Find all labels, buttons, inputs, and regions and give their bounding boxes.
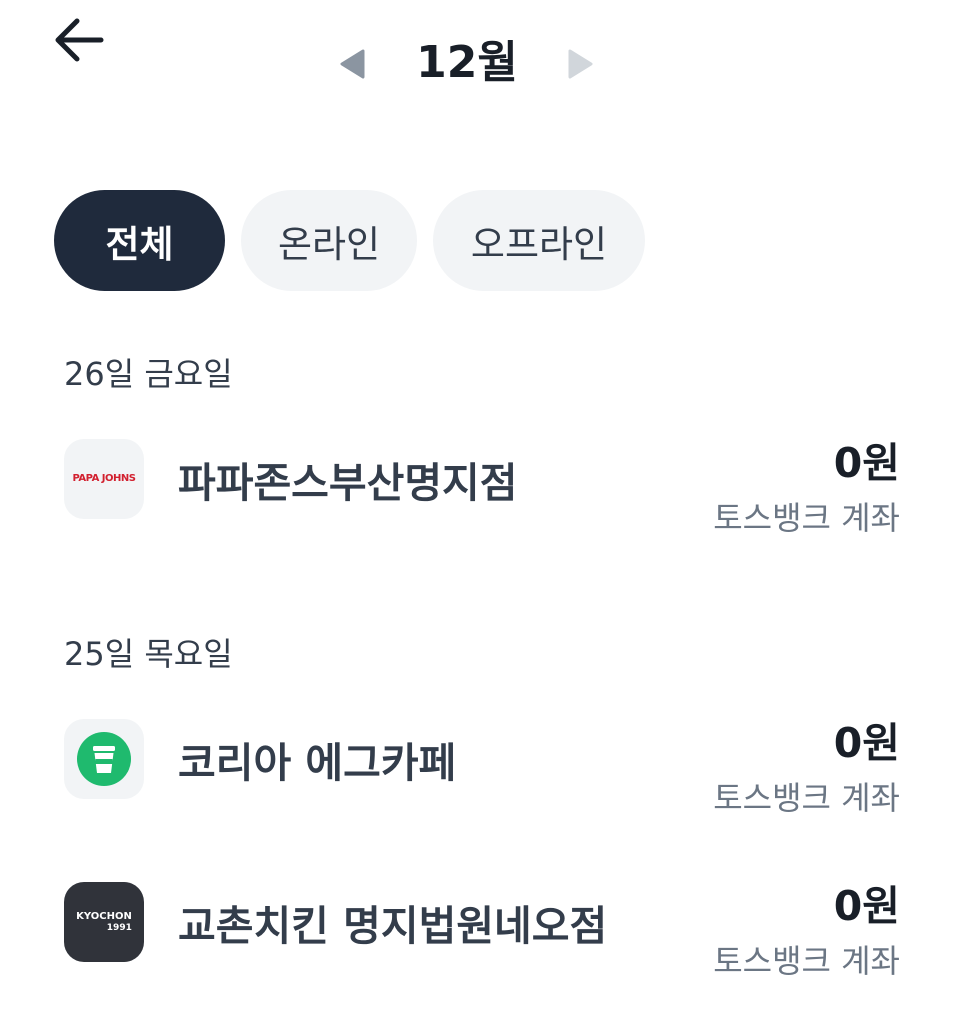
kyochon-logo-text: KYOCHON bbox=[76, 911, 132, 923]
merchant-name: 교촌치킨 명지법원네오점 bbox=[178, 902, 608, 950]
transaction-amount: 0원 bbox=[833, 882, 900, 930]
merchant-name: 코리아 에그카페 bbox=[178, 739, 457, 787]
date-header: 26일 금요일 bbox=[64, 355, 233, 393]
filter-chip-online[interactable]: 온라인 bbox=[241, 190, 417, 291]
transaction-row[interactable]: 코리아 에그카페 0원 토스뱅크 계좌 bbox=[0, 699, 966, 819]
filter-chip-all[interactable]: 전체 bbox=[54, 190, 225, 291]
egg-cafe-logo bbox=[77, 732, 131, 786]
previous-month-button[interactable] bbox=[334, 44, 370, 84]
payment-account: 토스뱅크 계좌 bbox=[713, 779, 900, 817]
merchant-name: 파파존스부산명지점 bbox=[178, 459, 518, 507]
transaction-row[interactable]: PAPA JOHNS 파파존스부산명지점 0원 토스뱅크 계좌 bbox=[0, 419, 966, 539]
papa-johns-logo: PAPA JOHNS bbox=[64, 439, 144, 519]
caret-left-icon bbox=[340, 49, 365, 79]
filter-chip-offline[interactable]: 오프라인 bbox=[433, 190, 645, 291]
payment-account: 토스뱅크 계좌 bbox=[713, 499, 900, 537]
kyochon-logo: KYOCHON 1991 bbox=[64, 882, 144, 962]
month-navigator: 12월 bbox=[0, 28, 966, 98]
transaction-amount: 0원 bbox=[833, 719, 900, 767]
transaction-row[interactable]: KYOCHON 1991 교촌치킨 명지법원네오점 0원 토스뱅크 계좌 bbox=[0, 862, 966, 982]
kyochon-logo-subtext: 1991 bbox=[106, 922, 132, 933]
transaction-amount: 0원 bbox=[833, 439, 900, 487]
month-title: 12월 bbox=[416, 37, 518, 88]
payment-account: 토스뱅크 계좌 bbox=[713, 942, 900, 980]
coffee-cup-icon bbox=[64, 719, 144, 799]
caret-right-icon bbox=[568, 49, 593, 79]
filter-chips: 전체 온라인 오프라인 bbox=[54, 190, 645, 291]
next-month-button[interactable] bbox=[563, 44, 599, 84]
papa-johns-logo-text: PAPA JOHNS bbox=[72, 473, 136, 484]
transaction-history-screen: 12월 전체 온라인 오프라인 26일 금요일 PAPA JOHNS 파파존스부… bbox=[0, 0, 966, 1023]
date-header: 25일 목요일 bbox=[64, 635, 233, 673]
